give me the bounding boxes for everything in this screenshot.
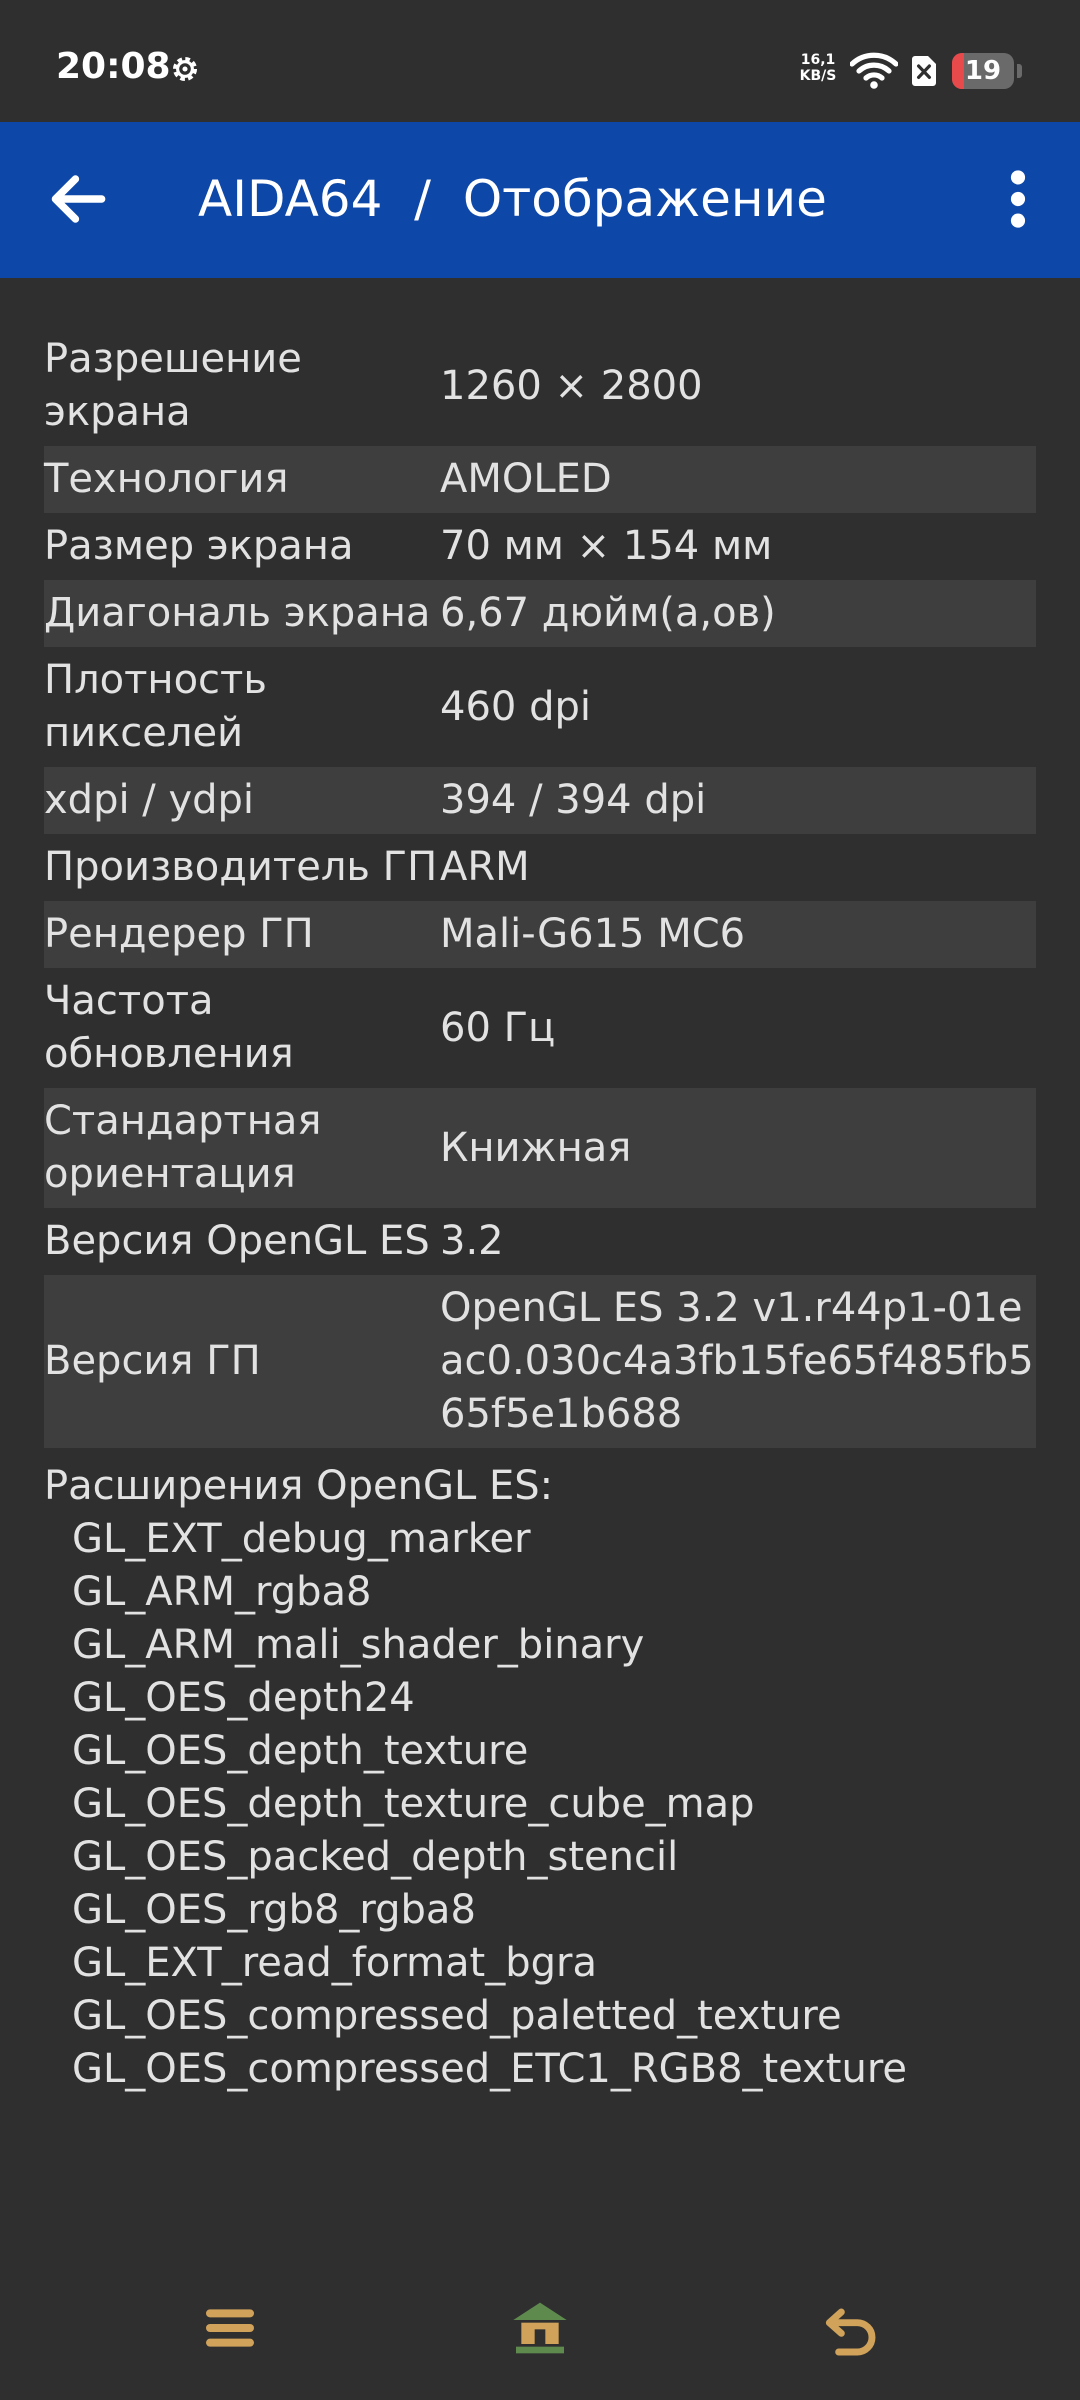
info-row-pixel-density: Плотность пикселей 460 dpi [44, 647, 1036, 767]
hamburger-menu-icon[interactable] [198, 2296, 262, 2360]
info-row-xdpi-ydpi: xdpi / ydpi 394 / 394 dpi [44, 767, 1036, 834]
status-time: 20:08 [56, 46, 171, 87]
info-row-gpu-renderer: Рендерер ГП Mali-G615 MC6 [44, 901, 1036, 968]
list-item: GL_ARM_rgba8 [72, 1569, 372, 1615]
info-value: 460 dpi [440, 683, 591, 730]
list-item: GL_OES_compressed_paletted_texture [72, 1993, 842, 2039]
network-speed-value: 16,1 [800, 52, 836, 68]
display-info-list: Разрешение экрана 1260 × 2800 Технология… [44, 326, 1036, 2096]
list-item: GL_OES_depth24 [72, 1675, 415, 1721]
wifi-icon [850, 52, 898, 89]
info-row-opengl-version: Версия OpenGL ES 3.2 [44, 1208, 1036, 1275]
page-title: AIDA64 / Отображение [198, 170, 827, 228]
info-label: Диагональ экрана [44, 590, 431, 636]
list-item: GL_OES_compressed_ETC1_RGB8_texture [72, 2046, 907, 2092]
info-value: Mali-G615 MC6 [440, 911, 746, 957]
info-label: Производитель ГП [44, 844, 438, 890]
battery-tip [1017, 64, 1022, 78]
info-label: Плотность пикселей [44, 657, 267, 756]
extensions-heading: Расширения OpenGL ES: [44, 1463, 554, 1509]
list-item: GL_EXT_read_format_bgra [72, 1940, 597, 1986]
app-bar: AIDA64 / Отображение [0, 122, 1080, 278]
info-value: OpenGL ES 3.2 v1.r44p1-01eac0.030c4a3fb1… [440, 1285, 1034, 1437]
info-value: ARM [440, 844, 530, 890]
info-label: Частота обновления [44, 978, 294, 1077]
no-sim-icon [912, 56, 936, 86]
info-value: 3.2 [440, 1218, 504, 1264]
list-item: GL_OES_depth_texture [72, 1728, 529, 1774]
list-item: GL_OES_rgb8_rgba8 [72, 1887, 476, 1933]
gear-icon [172, 56, 198, 82]
info-label: Версия OpenGL ES [44, 1218, 430, 1264]
info-value: 394 / 394 dpi [440, 777, 707, 823]
info-label: Размер экрана [44, 523, 354, 569]
arrow-back-icon[interactable] [40, 162, 114, 236]
network-speed: 16,1 KB/S [796, 52, 840, 84]
info-value: 70 мм × 154 мм [440, 523, 773, 569]
info-row-resolution: Разрешение экрана 1260 × 2800 [44, 326, 1036, 446]
extensions-list: GL_EXT_debug_marker GL_ARM_rgba8 GL_ARM_… [44, 1513, 1036, 2096]
info-label: Разрешение экрана [44, 336, 302, 435]
info-label: Версия ГП [44, 1338, 261, 1384]
info-value: 60 Гц [440, 1004, 556, 1051]
battery-indicator: 19 [952, 53, 1014, 89]
battery-level: 19 [964, 56, 1002, 86]
info-value: AMOLED [440, 456, 612, 502]
status-bar: 20:08 16,1 KB/S 19 [0, 0, 1080, 122]
undo-back-icon[interactable] [820, 2296, 884, 2360]
info-label: xdpi / ydpi [44, 777, 255, 823]
info-row-orientation: Стандартная ориентация Книжная [44, 1088, 1036, 1208]
info-label: Рендерер ГП [44, 911, 314, 957]
list-item: GL_EXT_debug_marker [72, 1516, 531, 1562]
more-vert-icon[interactable] [990, 162, 1046, 236]
info-row-gpu-version: Версия ГП OpenGL ES 3.2 v1.r44p1-01eac0.… [44, 1275, 1036, 1448]
info-label: Стандартная ориентация [44, 1098, 322, 1197]
info-row-refresh-rate: Частота обновления 60 Гц [44, 968, 1036, 1088]
info-row-gpu-vendor: Производитель ГП ARM [44, 834, 1036, 901]
list-item: GL_OES_packed_depth_stencil [72, 1834, 679, 1880]
info-value: Книжная [440, 1124, 632, 1171]
info-row-technology: Технология AMOLED [44, 446, 1036, 513]
info-value: 1260 × 2800 [440, 362, 703, 409]
info-value: 6,67 дюйм(а,ов) [440, 590, 776, 636]
info-label: Технология [44, 456, 289, 502]
list-item: GL_ARM_mali_shader_binary [72, 1622, 645, 1668]
home-icon[interactable] [508, 2296, 572, 2360]
info-row-diagonal: Диагональ экрана 6,67 дюйм(а,ов) [44, 580, 1036, 647]
info-row-screen-size: Размер экрана 70 мм × 154 мм [44, 513, 1036, 580]
network-speed-unit: KB/S [799, 68, 837, 84]
list-item: GL_OES_depth_texture_cube_map [72, 1781, 755, 1827]
navigation-bar [0, 2244, 1080, 2400]
